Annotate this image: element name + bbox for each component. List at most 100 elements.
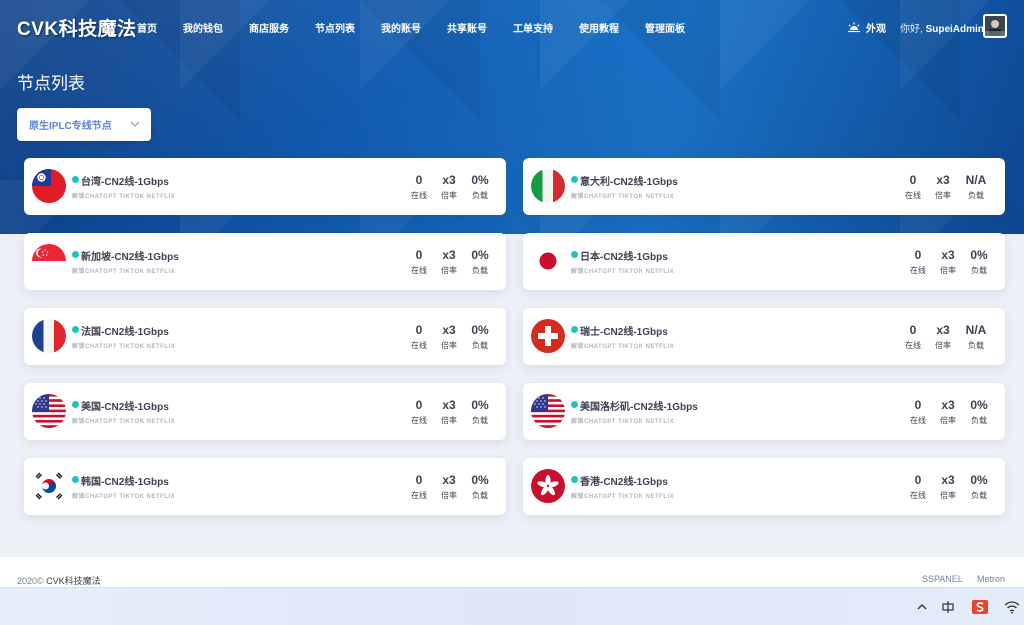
online-status-dot: [72, 476, 79, 483]
singapore-flag-icon: [32, 244, 66, 278]
nav-admin[interactable]: 管理面板: [645, 20, 685, 35]
node-tags: 解锁CHATGPT TIKTOK NETFLIX: [571, 194, 675, 200]
online-label: 在线: [411, 491, 427, 500]
load-label: 负载: [472, 266, 488, 275]
stat-online: 0 在线: [402, 173, 436, 201]
node-tags: 解锁CHATGPT TIKTOK NETFLIX: [72, 419, 176, 425]
load-label: 负载: [968, 191, 984, 200]
footer-link-sspanel[interactable]: SSPANEL: [922, 574, 963, 584]
load-value: 0%: [471, 473, 489, 487]
italy-flag-icon: [531, 169, 565, 203]
node-name: 瑞士-CN2线-1Gbps: [580, 327, 668, 338]
rate-label: 倍率: [940, 491, 956, 500]
rate-label: 倍率: [935, 191, 951, 200]
rate-label: 倍率: [935, 341, 951, 350]
load-value: 0%: [471, 398, 489, 412]
rate-value: x3: [941, 248, 955, 262]
stat-rate: x3 倍率: [926, 173, 960, 201]
input-method-icon[interactable]: [941, 600, 955, 614]
stat-online: 0 在线: [402, 398, 436, 426]
node-tags: 解锁CHATGPT TIKTOK NETFLIX: [571, 269, 675, 275]
app-s-icon[interactable]: [972, 600, 988, 614]
online-label: 在线: [910, 416, 926, 425]
appearance-toggle[interactable]: 外观: [847, 20, 886, 35]
stat-online: 0 在线: [402, 248, 436, 276]
stat-online: 0 在线: [896, 173, 930, 201]
load-value: 0%: [471, 248, 489, 262]
online-status-dot: [571, 326, 578, 333]
taiwan-flag-icon: [32, 169, 66, 203]
node-tags: 解锁CHATGPT TIKTOK NETFLIX: [571, 419, 675, 425]
node-card[interactable]: 瑞士-CN2线-1Gbps 解锁CHATGPT TIKTOK NETFLIX 0…: [523, 308, 1005, 365]
online-status-dot: [72, 176, 79, 183]
rate-label: 倍率: [940, 416, 956, 425]
load-value: 0%: [970, 473, 988, 487]
node-card[interactable]: 新加坡-CN2线-1Gbps 解锁CHATGPT TIKTOK NETFLIX …: [24, 233, 506, 290]
node-name: 美国洛杉矶-CN2线-1Gbps: [580, 402, 698, 413]
load-label: 负载: [472, 416, 488, 425]
online-status-dot: [72, 251, 79, 258]
node-card[interactable]: 日本-CN2线-1Gbps 解锁CHATGPT TIKTOK NETFLIX 0…: [523, 233, 1005, 290]
load-label: 负载: [971, 266, 987, 275]
nav-shop[interactable]: 商店服务: [249, 20, 289, 35]
online-count: 0: [914, 248, 922, 262]
node-name: 意大利-CN2线-1Gbps: [580, 177, 678, 188]
footer: 2020© CVK科技魔法 SSPANEL Metron: [0, 557, 1024, 587]
online-status-dot: [571, 176, 578, 183]
stat-online: 0 在线: [901, 398, 935, 426]
nav-home[interactable]: 首页: [137, 20, 157, 35]
brand-logo[interactable]: CVK科技魔法: [17, 14, 137, 41]
node-card[interactable]: 法国-CN2线-1Gbps 解锁CHATGPT TIKTOK NETFLIX 0…: [24, 308, 506, 365]
node-card[interactable]: 美国洛杉矶-CN2线-1Gbps 解锁CHATGPT TIKTOK NETFLI…: [523, 383, 1005, 440]
rate-value: x3: [941, 398, 955, 412]
sun-horizon-icon: [848, 22, 860, 33]
stat-online: 0 在线: [402, 473, 436, 501]
nav-tickets[interactable]: 工单支持: [513, 20, 553, 35]
stat-load: 0% 负载: [962, 473, 996, 501]
hongkong-flag-icon: [531, 469, 565, 503]
node-card[interactable]: 意大利-CN2线-1Gbps 解锁CHATGPT TIKTOK NETFLIX …: [523, 158, 1005, 215]
japan-flag-icon: [531, 244, 565, 278]
main-nav: 首页 我的钱包 商店服务 节点列表 我的账号 共享账号 工单支持 使用教程 管理…: [137, 20, 711, 35]
user-greeting[interactable]: 你好, SupeiAdmin: [900, 20, 984, 35]
footer-link-metron[interactable]: Metron: [977, 574, 1005, 584]
footer-brand-link[interactable]: CVK科技魔法: [46, 576, 101, 586]
stat-load: 0% 负载: [463, 473, 497, 501]
stat-load: 0% 负载: [962, 248, 996, 276]
node-name: 香港-CN2线-1Gbps: [580, 477, 668, 488]
avatar-image: [985, 16, 1005, 36]
online-count: 0: [415, 398, 423, 412]
online-count: 0: [914, 473, 922, 487]
online-status-dot: [571, 476, 578, 483]
rate-value: x3: [936, 173, 950, 187]
chevron-up-icon[interactable]: [915, 600, 929, 614]
footer-copyright: 2020© CVK科技魔法: [17, 574, 101, 587]
online-count: 0: [415, 248, 423, 262]
rate-value: x3: [941, 473, 955, 487]
stat-rate: x3 倍率: [931, 248, 965, 276]
online-status-dot: [72, 326, 79, 333]
nav-tutorial[interactable]: 使用教程: [579, 20, 619, 35]
nav-nodes[interactable]: 节点列表: [315, 20, 355, 35]
footer-year: 2020©: [17, 576, 44, 586]
node-card[interactable]: 美国-CN2线-1Gbps 解锁CHATGPT TIKTOK NETFLIX 0…: [24, 383, 506, 440]
node-card[interactable]: 香港-CN2线-1Gbps 解锁CHATGPT TIKTOK NETFLIX 0…: [523, 458, 1005, 515]
rate-value: x3: [936, 323, 950, 337]
node-group-select[interactable]: 原生IPLC专线节点: [17, 108, 151, 141]
node-card[interactable]: 台湾-CN2线-1Gbps 解锁CHATGPT TIKTOK NETFLIX 0…: [24, 158, 506, 215]
online-status-dot: [72, 401, 79, 408]
wifi-icon[interactable]: [1004, 600, 1020, 614]
rate-value: x3: [442, 173, 456, 187]
node-tags: 解锁CHATGPT TIKTOK NETFLIX: [571, 494, 675, 500]
node-card[interactable]: 韩国-CN2线-1Gbps 解锁CHATGPT TIKTOK NETFLIX 0…: [24, 458, 506, 515]
load-value: 0%: [471, 173, 489, 187]
page-title: 节点列表: [17, 74, 85, 93]
stat-online: 0 在线: [896, 323, 930, 351]
online-label: 在线: [411, 416, 427, 425]
nav-account[interactable]: 我的账号: [381, 20, 421, 35]
nav-wallet[interactable]: 我的钱包: [183, 20, 223, 35]
stat-rate: x3 倍率: [432, 323, 466, 351]
stat-online: 0 在线: [901, 473, 935, 501]
avatar[interactable]: [983, 14, 1007, 38]
nav-shared[interactable]: 共享账号: [447, 20, 487, 35]
